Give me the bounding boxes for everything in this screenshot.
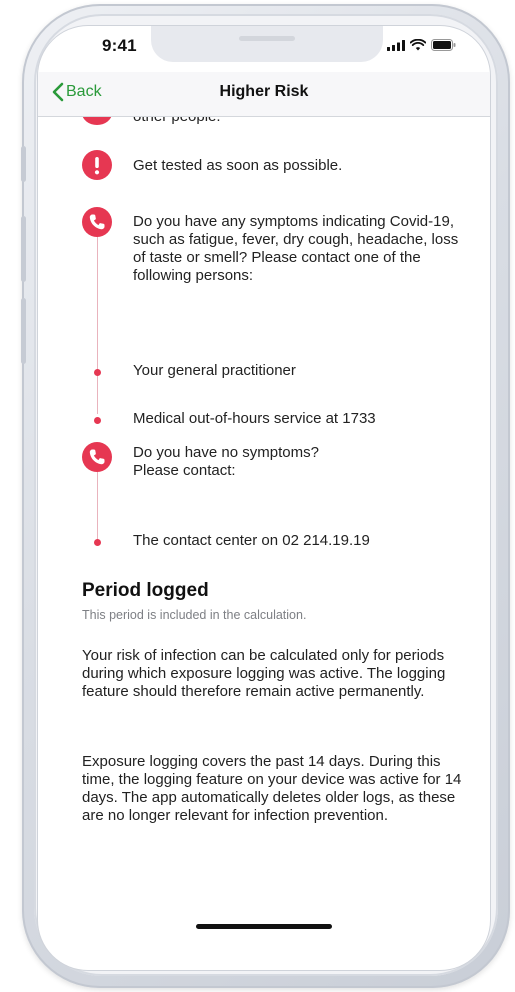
period-paragraph-2: Exposure logging covers the past 14 days… [82,753,462,824]
page-title: Higher Risk [219,83,309,100]
home-indicator[interactable] [196,924,332,929]
scroll-content[interactable]: other people. Get tested as soon as poss… [38,117,490,970]
mute-switch [21,146,26,182]
status-time: 9:41 [102,36,137,55]
battery-icon [431,39,456,51]
stage: 9:41 Back Higher Risk Get tested as soon… [0,0,515,992]
navigation-bar: Back Higher Risk [38,72,490,117]
bullet-dot [94,417,101,424]
cellular-signal-icon [387,39,405,51]
timeline-line-2 [97,467,98,542]
volume-down-button [21,298,26,364]
period-logged-subtitle: This period is included in the calculati… [82,608,307,622]
phone-icon [82,207,112,237]
period-paragraph-1: Your risk of infection can be calculated… [82,647,446,700]
contact-medical-text: Medical out-of-hours service at 1733 [133,410,376,427]
period-logged-title: Period logged [82,580,209,601]
clipped-step-text: other people. [133,117,221,125]
wifi-icon [410,39,426,51]
phone-screen: 9:41 Back Higher Risk Get tested as soon… [38,26,490,970]
no-symptoms-question-text: Do you have no symptoms? Please contact: [133,444,319,479]
status-icons [387,39,456,51]
bullet-dot [94,369,101,376]
exclamation-circle-icon [82,150,112,180]
contact-gp-text: Your general practitioner [133,362,296,379]
notch [151,26,383,62]
phone-icon-partial [82,117,112,125]
contact-center-text: The contact center on 02 214.19.19 [133,532,370,549]
speaker-grille [239,36,295,41]
get-tested-text: Get tested as soon as possible. [133,157,343,174]
timeline-line-1 [97,229,98,414]
symptoms-question-text: Do you have any symptoms indicating Covi… [133,213,459,284]
bullet-dot [94,539,101,546]
phone-icon [82,442,112,472]
volume-up-button [21,216,26,282]
